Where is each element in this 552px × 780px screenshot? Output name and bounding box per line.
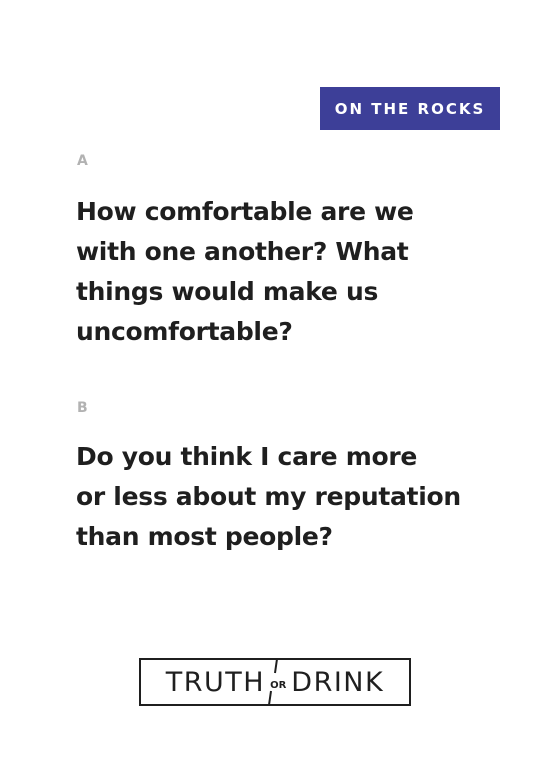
question-b-text: Do you think I care more or less about m… bbox=[76, 437, 496, 557]
question-b-line: or less about my reputation bbox=[76, 482, 461, 511]
logo-slash-icon bbox=[268, 658, 278, 706]
question-a-line: How comfortable are we bbox=[76, 197, 414, 226]
question-a-line: things would make us bbox=[76, 277, 379, 306]
question-b-line: Do you think I care more bbox=[76, 442, 418, 471]
question-a-line: with one another? What bbox=[76, 237, 409, 266]
question-card: ON THE ROCKS A How comfortable are we wi… bbox=[0, 0, 552, 780]
category-badge: ON THE ROCKS bbox=[320, 87, 500, 130]
question-b-line: than most people? bbox=[76, 522, 333, 551]
logo-word-drink: DRINK bbox=[291, 666, 385, 698]
question-b-label: B bbox=[77, 400, 88, 416]
question-a-line: uncomfortable? bbox=[76, 317, 293, 346]
question-a-label: A bbox=[77, 153, 88, 169]
question-a-text: How comfortable are we with one another?… bbox=[76, 192, 496, 352]
logo-word-truth: TRUTH bbox=[165, 666, 266, 698]
